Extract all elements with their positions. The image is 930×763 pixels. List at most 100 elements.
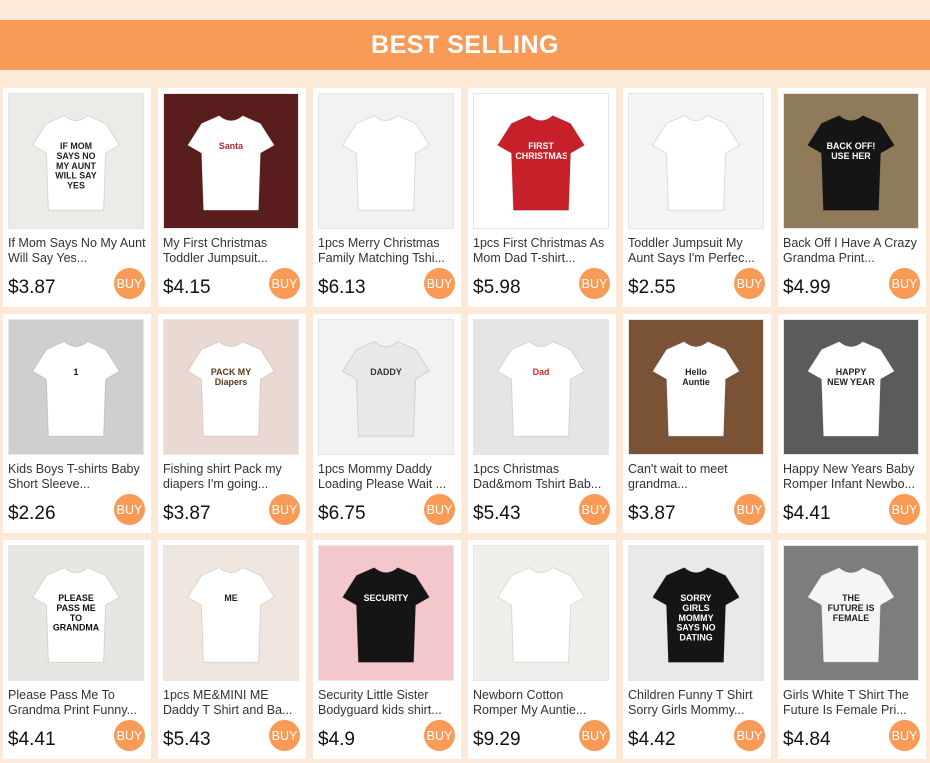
product-price: $4.41 (783, 503, 831, 524)
buy-button[interactable]: BUY (889, 720, 920, 751)
buy-button[interactable]: BUY (579, 268, 610, 299)
product-card[interactable]: 1pcs Merry Christmas Family Matching Tsh… (313, 88, 461, 307)
product-image[interactable]: DADDY (318, 319, 454, 455)
product-card[interactable]: 1 Kids Boys T-shirts Baby Short Sleeve...… (3, 314, 151, 533)
product-card[interactable]: DADDY 1pcs Mommy Daddy Loading Please Wai… (313, 314, 461, 533)
buy-button[interactable]: BUY (579, 720, 610, 751)
product-title[interactable]: 1pcs ME&MINI ME Daddy T Shirt and Ba... (163, 688, 301, 718)
product-image[interactable]: HAPPY NEW YEAR (783, 319, 919, 455)
product-card[interactable]: SECURITY Security Little Sister Bodyguard… (313, 540, 461, 759)
product-image[interactable]: SECURITY (318, 545, 454, 681)
shirt-print-text: 1 (73, 367, 79, 378)
product-card[interactable]: BACK OFF! USE HER Back Off I Have A Crazy… (778, 88, 926, 307)
product-price: $4.15 (163, 277, 211, 298)
product-title[interactable]: If Mom Says No My Aunt Will Say Yes... (8, 236, 146, 266)
buy-button[interactable]: BUY (269, 720, 300, 751)
shirt-print-text: FIRST CHRISTMAS (515, 141, 567, 161)
product-title[interactable]: Please Pass Me To Grandma Print Funny... (8, 688, 146, 718)
shirt-print-text: SECURITY (363, 593, 409, 604)
product-image[interactable]: BACK OFF! USE HER (783, 93, 919, 229)
product-title[interactable]: My First Christmas Toddler Jumpsuit... (163, 236, 301, 266)
buy-button[interactable]: BUY (579, 494, 610, 525)
product-price: $4.9 (318, 729, 355, 750)
product-card[interactable]: SORRY GIRLS MOMMY SAYS NO DATING Children… (623, 540, 771, 759)
product-card[interactable]: PLEASE PASS ME TO GRANDMA Please Pass Me … (3, 540, 151, 759)
product-card[interactable]: IF MOM SAYS NO MY AUNT WILL SAY YES If Mo… (3, 88, 151, 307)
buy-button[interactable]: BUY (114, 268, 145, 299)
shirt-print-text: HAPPY NEW YEAR (827, 367, 875, 387)
product-card[interactable]: Dad 1pcs Christmas Dad&mom Tshirt Bab... $… (468, 314, 616, 533)
product-title[interactable]: Newborn Cotton Romper My Auntie... (473, 688, 611, 718)
product-image[interactable]: SORRY GIRLS MOMMY SAYS NO DATING (628, 545, 764, 681)
shirt-print-text: PACK MY Diapers (210, 367, 252, 387)
product-card[interactable]: Santa My First Christmas Toddler Jumpsuit… (158, 88, 306, 307)
product-image[interactable]: PACK MY Diapers (163, 319, 299, 455)
product-price: $4.84 (783, 729, 831, 750)
shirt-print-text: Dad (532, 367, 550, 378)
product-title[interactable]: Fishing shirt Pack my diapers I'm going.… (163, 462, 301, 492)
shirt-print-text: IF MOM SAYS NO MY AUNT WILL SAY YES (55, 141, 97, 191)
product-image[interactable]: PLEASE PASS ME TO GRANDMA (8, 545, 144, 681)
product-image[interactable]: ME (163, 545, 299, 681)
product-price: $4.42 (628, 729, 676, 750)
product-image[interactable]: 1 (8, 319, 144, 455)
product-card[interactable]: Toddler Jumpsuit My Aunt Says I'm Perfec… (623, 88, 771, 307)
buy-button[interactable]: BUY (269, 268, 300, 299)
product-title[interactable]: 1pcs First Christmas As Mom Dad T-shirt.… (473, 236, 611, 266)
buy-button[interactable]: BUY (269, 494, 300, 525)
product-title[interactable]: Kids Boys T-shirts Baby Short Sleeve... (8, 462, 146, 492)
product-image[interactable]: THE FUTURE IS FEMALE (783, 545, 919, 681)
product-title[interactable]: 1pcs Merry Christmas Family Matching Tsh… (318, 236, 456, 266)
product-title[interactable]: Security Little Sister Bodyguard kids sh… (318, 688, 456, 718)
product-price: $6.75 (318, 503, 366, 524)
buy-button[interactable]: BUY (114, 720, 145, 751)
product-card[interactable]: HAPPY NEW YEAR Happy New Years Baby Rompe… (778, 314, 926, 533)
product-card[interactable]: THE FUTURE IS FEMALE Girls White T Shirt … (778, 540, 926, 759)
product-price: $2.55 (628, 277, 676, 298)
product-price: $4.99 (783, 277, 831, 298)
product-title[interactable]: Back Off I Have A Crazy Grandma Print... (783, 236, 921, 266)
product-image[interactable]: Hello Auntie (628, 319, 764, 455)
buy-button[interactable]: BUY (889, 268, 920, 299)
product-price: $6.13 (318, 277, 366, 298)
product-title[interactable]: Happy New Years Baby Romper Infant Newbo… (783, 462, 921, 492)
buy-button[interactable]: BUY (114, 494, 145, 525)
product-card[interactable]: FIRST CHRISTMAS 1pcs First Christmas As M… (468, 88, 616, 307)
product-price: $3.87 (8, 277, 56, 298)
product-title[interactable]: 1pcs Christmas Dad&mom Tshirt Bab... (473, 462, 611, 492)
buy-button[interactable]: BUY (424, 720, 455, 751)
product-card[interactable]: Newborn Cotton Romper My Auntie... $9.29 B… (468, 540, 616, 759)
product-image[interactable] (628, 93, 764, 229)
product-title[interactable]: Can't wait to meet grandma... (628, 462, 766, 492)
shirt-print-text: THE FUTURE IS FEMALE (827, 593, 875, 623)
product-card[interactable]: Hello Auntie Can't wait to meet grandma..… (623, 314, 771, 533)
buy-button[interactable]: BUY (424, 268, 455, 299)
shirt-print-text: SORRY GIRLS MOMMY SAYS NO DATING (676, 593, 716, 643)
product-image[interactable] (473, 545, 609, 681)
product-title[interactable]: Toddler Jumpsuit My Aunt Says I'm Perfec… (628, 236, 766, 266)
product-price: $5.98 (473, 277, 521, 298)
product-price: $3.87 (628, 503, 676, 524)
product-card[interactable]: PACK MY Diapers Fishing shirt Pack my dia… (158, 314, 306, 533)
product-price: $5.43 (163, 729, 211, 750)
product-price: $4.41 (8, 729, 56, 750)
shirt-print-text: Hello Auntie (682, 367, 710, 387)
product-image[interactable] (318, 93, 454, 229)
product-card[interactable]: ME 1pcs ME&MINI ME Daddy T Shirt and Ba..… (158, 540, 306, 759)
product-title[interactable]: 1pcs Mommy Daddy Loading Please Wait ... (318, 462, 456, 492)
buy-button[interactable]: BUY (734, 268, 765, 299)
product-title[interactable]: Children Funny T Shirt Sorry Girls Mommy… (628, 688, 766, 718)
shirt-print-text: ME (224, 593, 238, 604)
product-image[interactable]: Santa (163, 93, 299, 229)
buy-button[interactable]: BUY (889, 494, 920, 525)
shirt-print-text: BACK OFF! USE HER (826, 141, 876, 161)
product-grid: IF MOM SAYS NO MY AUNT WILL SAY YES If Mo… (3, 88, 926, 759)
product-image[interactable]: Dad (473, 319, 609, 455)
product-title[interactable]: Girls White T Shirt The Future Is Female… (783, 688, 921, 718)
shirt-print-text: PLEASE PASS ME TO GRANDMA (52, 593, 100, 633)
product-image[interactable]: IF MOM SAYS NO MY AUNT WILL SAY YES (8, 93, 144, 229)
buy-button[interactable]: BUY (424, 494, 455, 525)
product-image[interactable]: FIRST CHRISTMAS (473, 93, 609, 229)
buy-button[interactable]: BUY (734, 494, 765, 525)
buy-button[interactable]: BUY (734, 720, 765, 751)
